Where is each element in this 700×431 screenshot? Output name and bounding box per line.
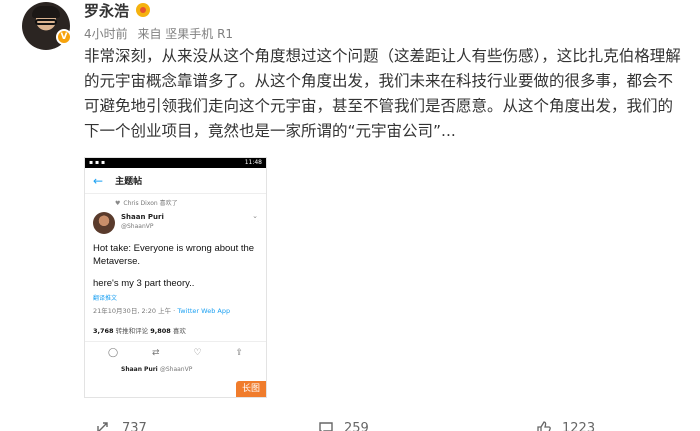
nav-title: 主题帖 [115, 177, 143, 187]
post-time[interactable]: 4小时前 [84, 27, 128, 41]
tweet-handle: @ShaanVP [121, 223, 154, 230]
comment-count: 259 [344, 420, 369, 431]
tweet-author: Shaan Puri [121, 213, 164, 221]
liked-by: ♥ Chris Dixon 喜欢了 [85, 194, 266, 207]
share-icon: ⇪ [235, 348, 244, 358]
status-time: 11:48 [244, 159, 262, 166]
post-text: 非常深刻，从来没从这个角度想过这个问题（这差距让人有些伤感），这比扎克伯格理解的… [84, 47, 681, 140]
chevron-down-icon: ⌄ [252, 212, 258, 220]
comment-icon [319, 422, 333, 431]
verified-v-icon: V [56, 29, 72, 45]
next-handle: @ShaanVP [159, 366, 193, 373]
like-count: 9,808 [150, 327, 171, 335]
avatar-glasses [35, 19, 57, 25]
tweet-date: 21年10月30日, 2:20 上午 · Twitter Web App [85, 302, 266, 315]
long-image-badge: 长图 [236, 381, 266, 397]
username[interactable]: 罗永浩 [84, 0, 129, 21]
repost-icon [97, 422, 108, 431]
tweet-date-text: 21年10月30日, 2:20 上午 · [93, 307, 178, 315]
like-count-main: 1223 [562, 420, 596, 431]
phone-status-bar: ▪ ▪ ▪ 11:48 [85, 158, 266, 168]
translate-link: 翻译推文 [93, 295, 118, 302]
tweet-avatar [93, 212, 115, 234]
tweet-body: Hot take: Everyone is wrong about the Me… [85, 234, 266, 290]
liked-by-text: Chris Dixon 喜欢了 [123, 200, 178, 207]
retweet-count: 3,768 [93, 327, 114, 335]
retweet-label: 转推和评论 [113, 327, 151, 335]
action-bar: 737 259 1223 [0, 414, 700, 431]
tweet-stats: 3,768 转推和评论 9,808 喜欢 [85, 315, 266, 342]
next-tweet-author: Shaan Puri @ShaanVP [85, 358, 266, 373]
tweet-line-1: Hot take: Everyone is wrong about the Me… [93, 243, 255, 267]
repost-count: 737 [122, 420, 147, 431]
post-meta: 4小时前 来自 坚果手机 R1 [84, 25, 239, 42]
like-button[interactable]: 1223 [536, 420, 595, 431]
next-author: Shaan Puri [121, 366, 158, 373]
repost-button[interactable]: 737 [96, 420, 147, 431]
tweet-actions: ◯ ⇄ ♡ ⇪ [85, 342, 266, 358]
comment-button[interactable]: 259 [318, 420, 369, 431]
back-arrow-icon: ← [93, 173, 104, 188]
heart-icon: ♥ [115, 200, 121, 207]
thumbs-up-icon [537, 421, 551, 431]
tweet-app: Twitter Web App [177, 307, 231, 315]
reply-icon: ◯ [107, 348, 119, 358]
medal-icon[interactable] [136, 3, 150, 17]
attached-image[interactable]: ▪ ▪ ▪ 11:48 ← 主题帖 ♥ Chris Dixon 喜欢了 Shaan… [84, 157, 267, 398]
tweet-header: Shaan Puri @ShaanVP ⌄ [85, 207, 266, 234]
like-label: 喜欢 [170, 327, 186, 335]
avatar-hair [32, 6, 60, 18]
like-icon: ♡ [193, 348, 202, 358]
retweet-icon: ⇄ [151, 348, 160, 358]
tweet-line-2: here's my 3 part theory.. [93, 278, 195, 289]
post-source: 来自 坚果手机 R1 [137, 27, 234, 41]
twitter-nav: ← 主题帖 [85, 168, 266, 194]
status-icons: ▪ ▪ ▪ [89, 159, 106, 166]
